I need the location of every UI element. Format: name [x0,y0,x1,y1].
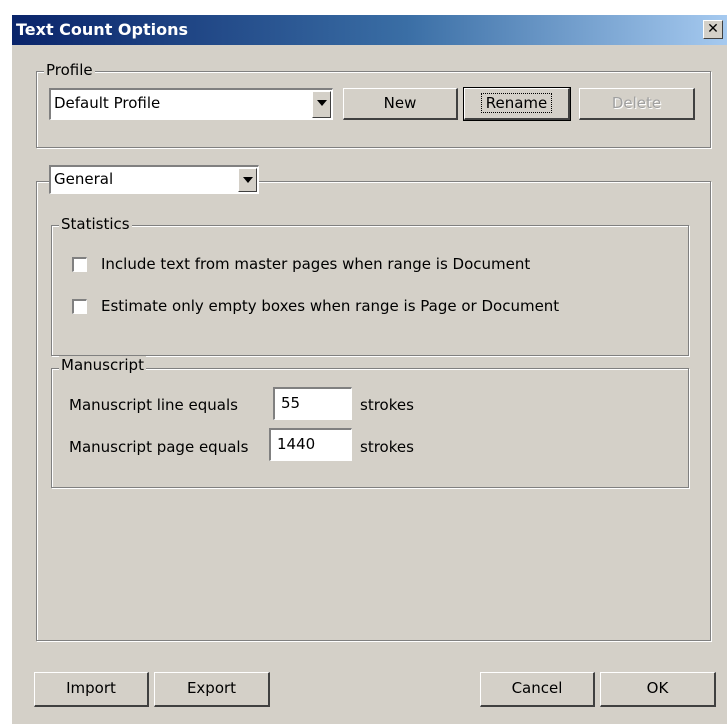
manuscript-group [51,368,689,488]
cancel-button-label: Cancel [511,679,563,697]
rename-profile-button-label: Rename [480,93,553,113]
rename-profile-button[interactable]: Rename [463,87,571,121]
export-button-label: Export [186,679,237,697]
manuscript-line-input[interactable]: 55 [273,387,352,420]
statistics-group [51,225,689,356]
ok-button-label: OK [646,679,669,697]
chevron-down-icon[interactable] [238,168,257,192]
manuscript-page-label: Manuscript page equals [69,438,249,456]
title-bar[interactable]: Text Count Options ✕ [12,15,727,45]
delete-profile-button[interactable]: Delete [579,88,695,120]
import-button-label: Import [66,679,116,697]
manuscript-line-unit: strokes [360,396,414,414]
manuscript-line-label: Manuscript line equals [69,396,238,414]
close-button[interactable]: ✕ [703,20,723,39]
chevron-down-icon[interactable] [312,91,331,118]
manuscript-line-value: 55 [281,394,301,412]
section-select-value: General [54,170,114,188]
cancel-button[interactable]: Cancel [480,672,595,707]
dialog-title: Text Count Options [16,20,189,39]
ok-button[interactable]: OK [600,672,716,707]
close-icon: ✕ [707,21,719,37]
profile-group-label: Profile [44,61,95,79]
text-count-options-dialog: Text Count Options ✕ Profile Default Pro… [11,14,727,724]
manuscript-page-input[interactable]: 1440 [269,428,352,461]
include-master-pages-label[interactable]: Include text from master pages when rang… [101,255,530,273]
estimate-empty-boxes-checkbox[interactable] [72,299,87,314]
new-profile-button-label: New [383,94,417,112]
profile-select[interactable]: Default Profile [49,88,333,120]
statistics-group-label: Statistics [59,215,132,233]
new-profile-button[interactable]: New [343,88,458,120]
import-button[interactable]: Import [34,672,149,707]
delete-profile-button-label: Delete [611,94,662,112]
manuscript-page-value: 1440 [277,435,316,453]
manuscript-page-unit: strokes [360,438,414,456]
include-master-pages-checkbox[interactable] [72,257,87,272]
export-button[interactable]: Export [154,672,270,707]
section-select[interactable]: General [49,165,259,194]
profile-select-value: Default Profile [54,94,161,112]
estimate-empty-boxes-label[interactable]: Estimate only empty boxes when range is … [101,297,559,315]
manuscript-group-label: Manuscript [59,356,146,374]
